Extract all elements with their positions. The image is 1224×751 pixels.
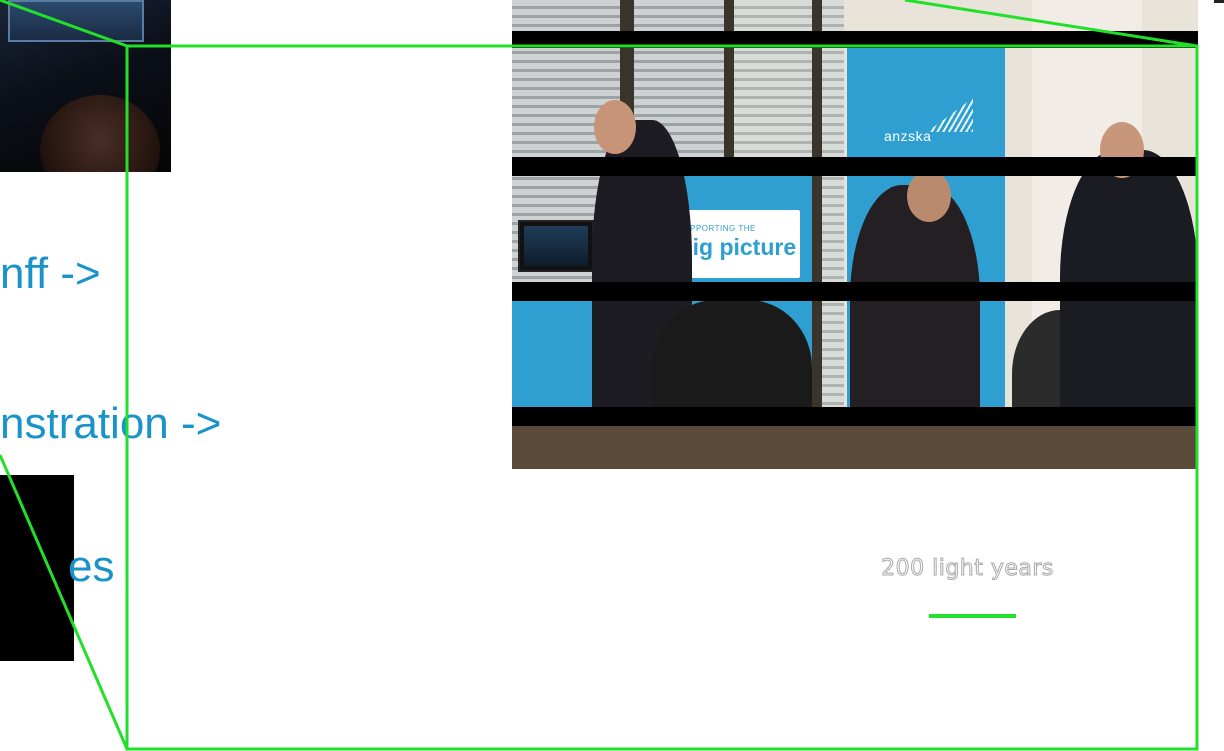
- photo-stripe: [512, 282, 1198, 301]
- photo-laptop: [518, 220, 594, 272]
- edge-mark: [1214, 0, 1224, 3]
- banner-big-text: Big picture: [676, 234, 797, 260]
- event-photo[interactable]: SUPPORTING THE Big picture anzska: [512, 0, 1198, 469]
- photo-window-frame: [812, 0, 822, 469]
- nav-link-3[interactable]: es: [68, 545, 114, 589]
- thumbnail-image[interactable]: [0, 0, 171, 172]
- photo-face-left: [594, 100, 636, 154]
- thumbnail-screen: [8, 0, 144, 42]
- laptop-screen: [524, 226, 588, 266]
- photo-face-speaker: [907, 170, 951, 222]
- thumbnail-audience-head: [40, 95, 160, 172]
- photo-stripe: [512, 407, 1198, 426]
- photo-stripe: [512, 157, 1198, 176]
- caption-underline: [929, 614, 1016, 618]
- photo-floor: [512, 424, 1198, 469]
- nav-link-1[interactable]: nff ->: [0, 252, 101, 296]
- distance-caption: 200 light years: [881, 556, 1054, 582]
- photo-stripe: [512, 31, 1198, 48]
- nav-link-2[interactable]: nstration ->: [0, 402, 221, 446]
- dark-image-block: [0, 475, 74, 661]
- anzska-logo-text: anzska: [884, 128, 932, 144]
